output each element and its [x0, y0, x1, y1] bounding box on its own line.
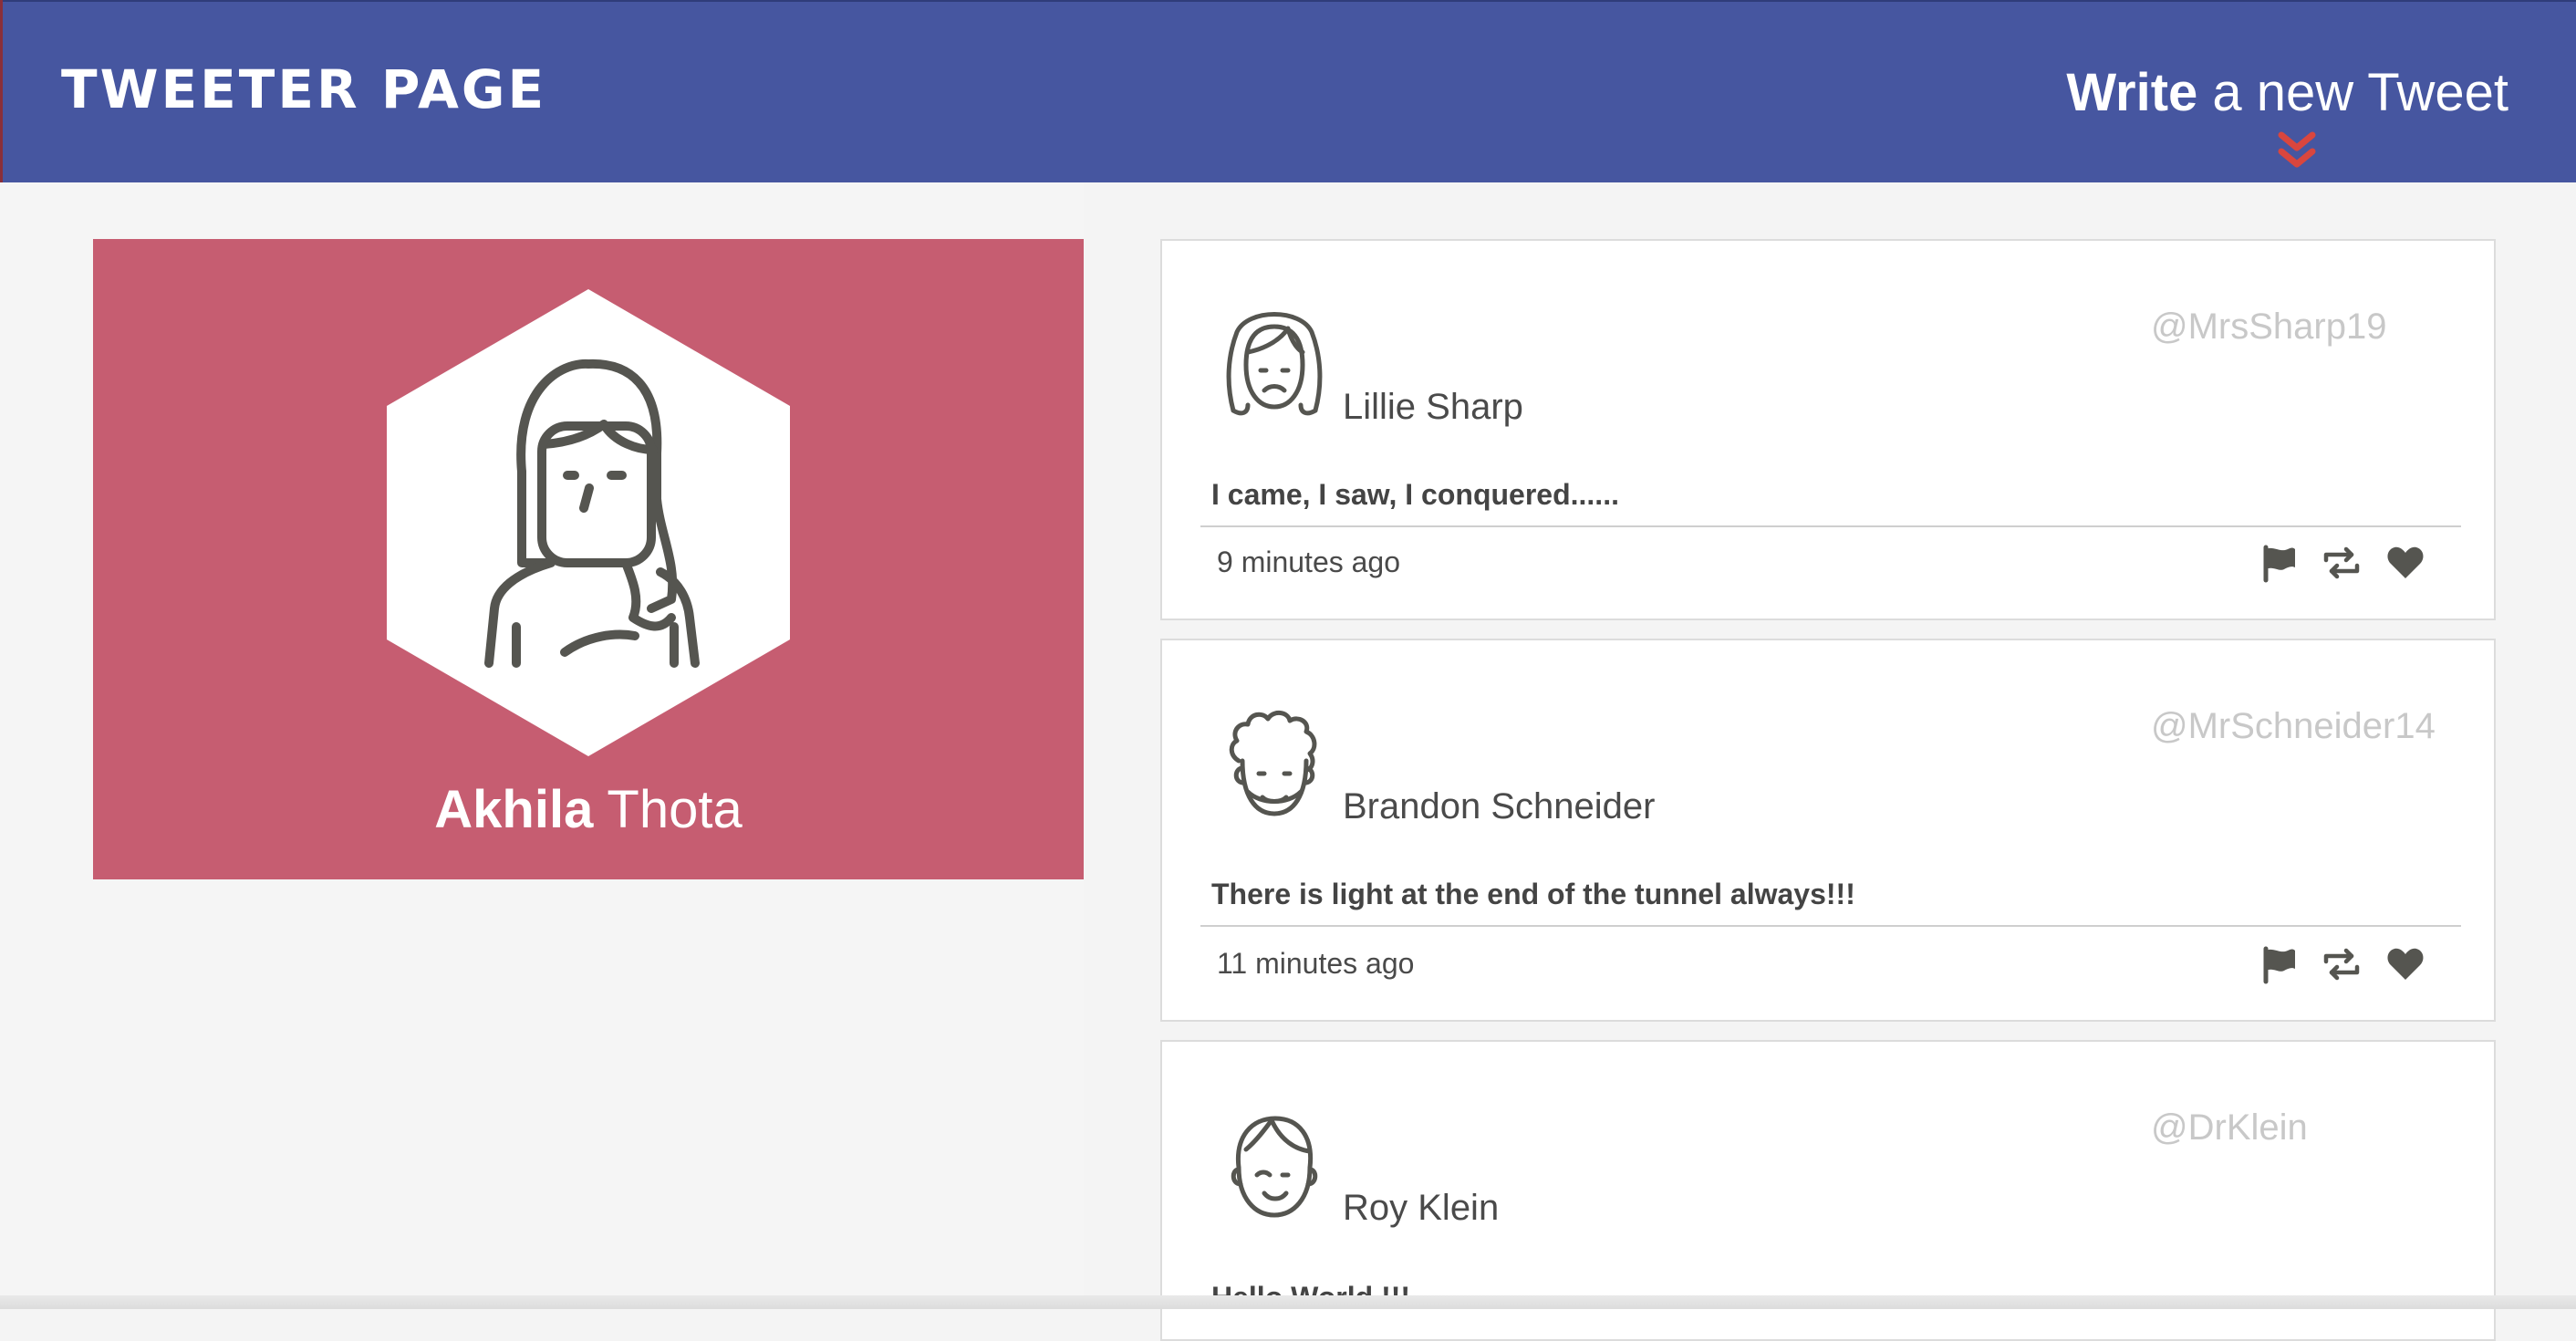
window-bottom-edge	[0, 1295, 2576, 1309]
top-navbar: TWEETER PAGE Write a new Tweet	[3, 0, 2576, 182]
flag-icon[interactable]	[2259, 542, 2301, 584]
tweet-author-handle: @DrKlein	[2151, 1107, 2308, 1148]
tweet-author-handle: @MrSchneider14	[2151, 706, 2436, 746]
retweet-icon[interactable]	[2321, 943, 2363, 985]
compose-bold-label: Write	[2066, 63, 2198, 122]
double-chevron-down-icon[interactable]	[2274, 130, 2320, 172]
compose-label: a new Tweet	[2197, 63, 2508, 122]
tweet-author-name: Brandon Schneider	[1343, 786, 1656, 826]
tweet-timestamp: 9 minutes ago	[1217, 546, 1401, 578]
tweet-author-handle: @MrsSharp19	[2151, 307, 2387, 347]
tweet-divider	[1200, 925, 2461, 927]
tweet-actions	[2259, 943, 2450, 987]
profile-first-name: Akhila	[434, 780, 594, 839]
heart-icon[interactable]	[2384, 542, 2426, 584]
tweet-timestamp: 11 minutes ago	[1217, 947, 1415, 980]
curly-hair-man-avatar-icon	[1229, 711, 1317, 816]
profile-name: Akhila Thota	[93, 779, 1084, 840]
heart-icon[interactable]	[2384, 943, 2426, 985]
winking-boy-avatar-icon	[1231, 1116, 1318, 1218]
write-new-tweet-toggle[interactable]: Write a new Tweet	[2066, 62, 2508, 123]
brand-title: TWEETER PAGE	[61, 58, 547, 120]
profile-card: Akhila Thota	[93, 239, 1084, 879]
tweet-text: I came, I saw, I conquered......	[1211, 478, 1619, 511]
tweet-author-name: Lillie Sharp	[1343, 387, 1523, 427]
tweet-text: There is light at the end of the tunnel …	[1211, 878, 1855, 910]
tweet-divider	[1200, 525, 2461, 527]
flag-icon[interactable]	[2259, 943, 2301, 985]
tweet-author-name: Roy Klein	[1343, 1188, 1500, 1228]
retweet-icon[interactable]	[2321, 542, 2363, 584]
tweet-card: Lillie Sharp @MrsSharp19 I came, I saw, …	[1160, 239, 2496, 620]
woman-long-hair-avatar-icon	[387, 289, 790, 756]
sad-woman-avatar-icon	[1226, 312, 1323, 416]
profile-last-name: Thota	[593, 780, 743, 839]
tweet-actions	[2259, 542, 2450, 586]
tweet-card: Brandon Schneider @MrSchneider14 There i…	[1160, 639, 2496, 1022]
